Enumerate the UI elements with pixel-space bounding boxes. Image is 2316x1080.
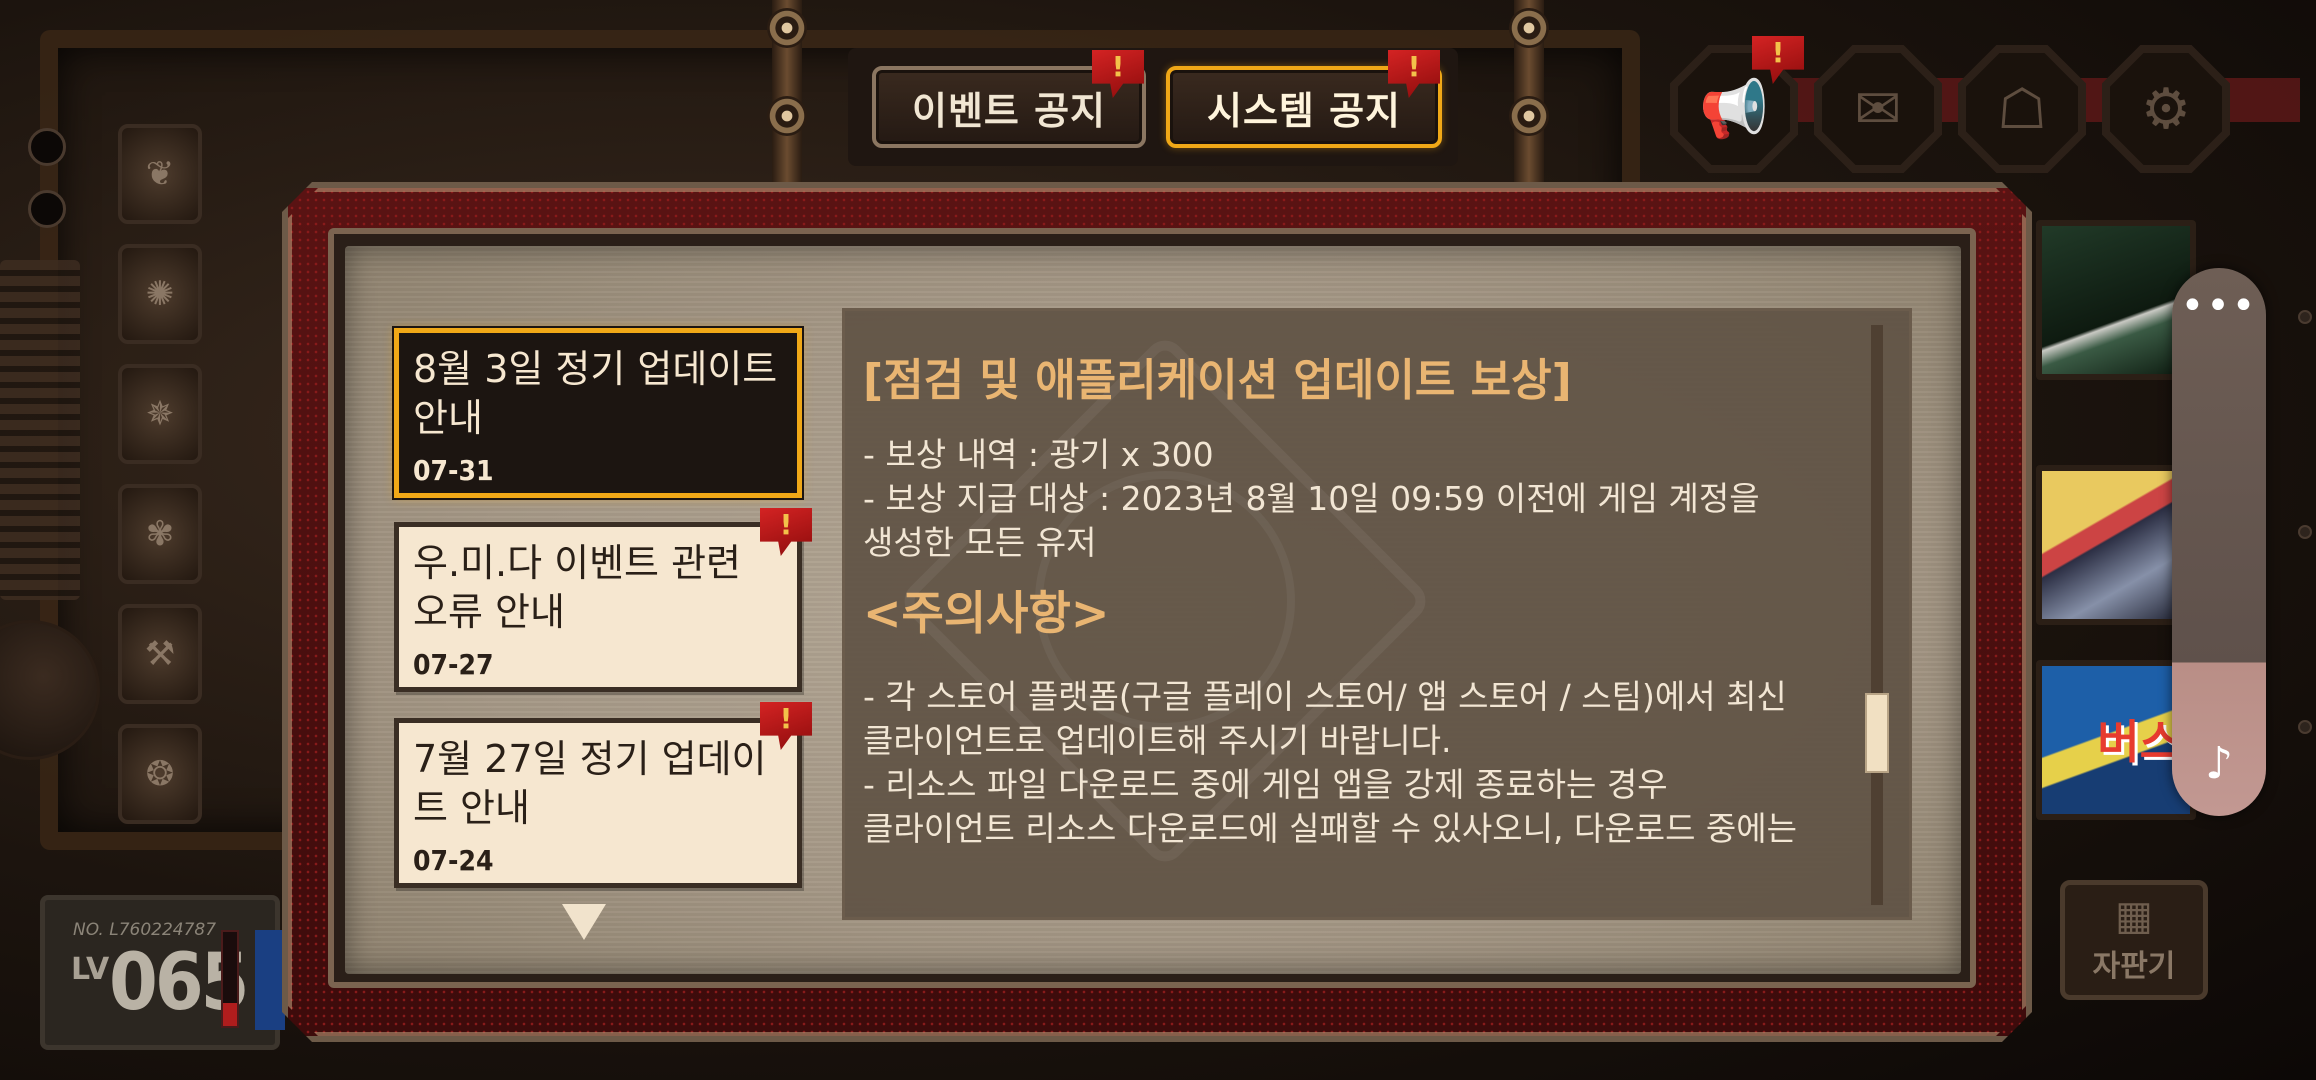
edge-dot xyxy=(2298,310,2312,324)
bg-hole xyxy=(28,190,66,228)
feather-icon: ❦ xyxy=(145,154,175,194)
tab-label: 시스템 공지 xyxy=(1206,88,1402,133)
notice-date: 07-31 xyxy=(413,454,494,487)
notice-content-panel[interactable]: [점검 및 애플리케이션 업데이트 보상] - 보상 내역 : 광기 x 300… xyxy=(842,308,1912,920)
exp-bar-fill xyxy=(223,1002,237,1026)
player-number: NO. L760224787 xyxy=(73,920,217,940)
notice-date: 07-27 xyxy=(413,648,494,681)
content-line: 클라이언트로 업데이트해 주시기 바랍니다. xyxy=(863,721,1452,760)
exp-bar xyxy=(221,930,239,1028)
vending-machine-label: 자판기 xyxy=(2092,949,2176,984)
side-menu-slot-5[interactable]: ⚒ xyxy=(118,604,202,704)
tool-icon: ⚒ xyxy=(144,634,176,674)
notice-tab-bar: 이벤트 공지 시스템 공지 xyxy=(848,48,1458,166)
mask-icon: ✺ xyxy=(145,274,175,314)
megaphone-icon: 📢 xyxy=(1699,77,1769,142)
edge-dot xyxy=(2298,525,2312,539)
notice-item-umida-error[interactable]: 우.미.다 이벤트 관련 오류 안내 07-27 xyxy=(394,522,802,692)
notice-date: 07-24 xyxy=(413,844,494,877)
frame-pillar xyxy=(767,0,807,200)
player-chip xyxy=(255,930,285,1030)
content-heading: [점검 및 애플리케이션 업데이트 보상] xyxy=(863,355,1572,406)
dragon-icon: ✾ xyxy=(145,514,175,554)
notice-item-aug3-update[interactable]: 8월 3일 정기 업데이트 안내 07-31 xyxy=(394,328,802,498)
notice-title: 우.미.다 이벤트 관련 오류 안내 xyxy=(413,541,741,634)
content-scrollbar-track[interactable] xyxy=(1871,325,1883,905)
package-icon: ☖ xyxy=(1996,76,2048,142)
content-line: - 보상 지급 대상 : 2023년 8월 10일 09:59 이전에 게임 계… xyxy=(863,479,1760,518)
side-menu-slot-1[interactable]: ❦ xyxy=(118,124,202,224)
banner-text: 버스 xyxy=(2097,715,2182,769)
beast-icon: ✵ xyxy=(145,394,175,434)
player-level-panel: NO. L760224787 LV 065 xyxy=(40,895,285,1050)
vending-machine-button[interactable]: ▦ 자판기 xyxy=(2060,880,2208,1000)
content-line: - 리소스 파일 다운로드 중에 게임 앱을 강제 종료하는 경우 xyxy=(863,765,1668,804)
content-line: 클라이언트 리소스 다운로드에 실패할 수 있사오니, 다운로드 중에는 xyxy=(863,809,1797,848)
side-menu-slot-2[interactable]: ✺ xyxy=(118,244,202,344)
mail-icon: ✉ xyxy=(1854,76,1902,142)
side-menu-slot-6[interactable]: ❂ xyxy=(118,724,202,824)
level-label: LV xyxy=(71,952,110,987)
content-line: - 각 스토어 플랫폼(구글 플레이 스토어/ 앱 스토어 / 스팀)에서 최신 xyxy=(863,677,1787,716)
music-note-icon[interactable]: ♪ xyxy=(2172,738,2266,789)
content-line: 생성한 모든 유저 xyxy=(863,523,1097,562)
more-options-icon[interactable]: ••• xyxy=(2172,286,2266,326)
content-scrollbar-thumb[interactable] xyxy=(1865,693,1889,773)
side-menu-slot-4[interactable]: ✾ xyxy=(118,484,202,584)
orbit-icon: ❂ xyxy=(145,754,175,794)
frame-pillar xyxy=(1509,0,1549,200)
notice-title: 8월 3일 정기 업데이트 안내 xyxy=(413,347,778,440)
edge-dot xyxy=(2298,720,2312,734)
gear-icon: ⚙ xyxy=(2140,76,2192,142)
speaker-grille xyxy=(0,260,80,600)
bg-hole xyxy=(28,128,66,166)
vending-machine-icon: ▦ xyxy=(2115,893,2153,939)
notice-item-jul27-update[interactable]: 7월 27일 정기 업데이트 안내 07-24 xyxy=(394,718,802,888)
notice-title: 7월 27일 정기 업데이트 안내 xyxy=(413,737,767,830)
side-menu-slot-3[interactable]: ✵ xyxy=(118,364,202,464)
tab-label: 이벤트 공지 xyxy=(911,88,1107,133)
content-line: - 보상 내역 : 광기 x 300 xyxy=(863,435,1214,474)
floating-assistant-widget: ••• ♪ xyxy=(2172,268,2266,816)
content-subheading: <주의사항> xyxy=(863,586,1110,640)
